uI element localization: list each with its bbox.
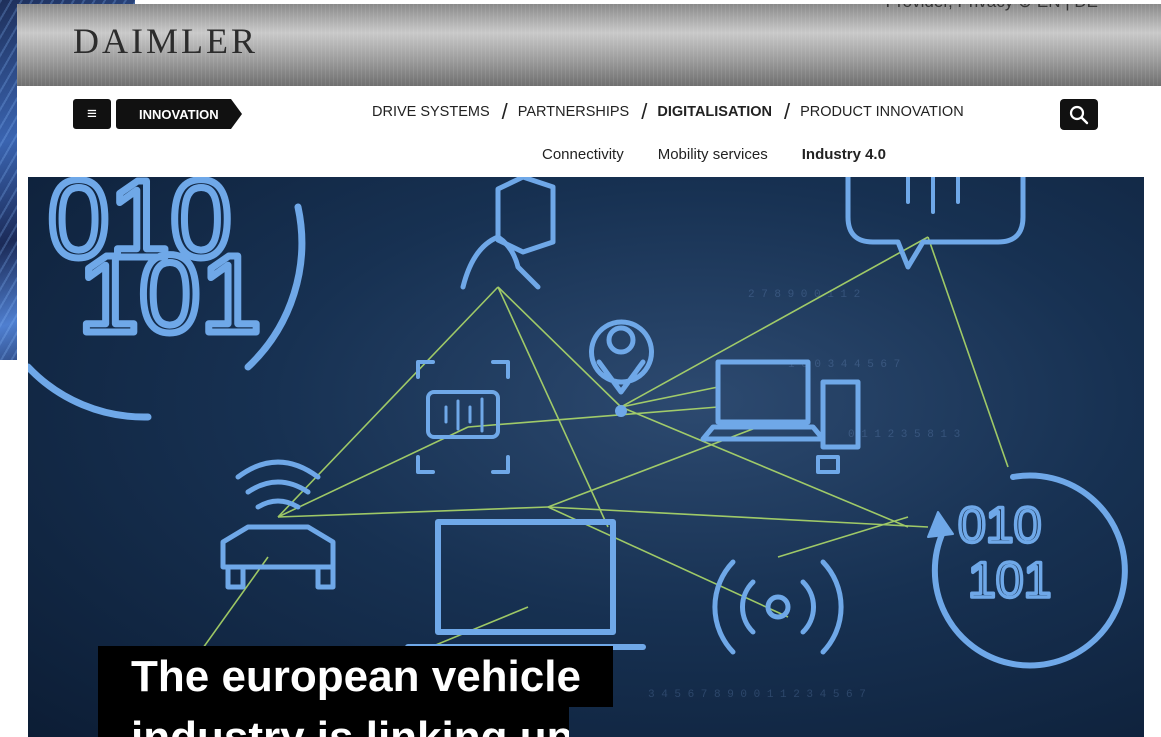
breadcrumb-innovation[interactable]: INNOVATION [116,99,242,129]
search-button[interactable] [1060,99,1098,130]
main-navigation: ≡ INNOVATION DRIVE SYSTEMS / PARTNERSHIP… [17,86,1161,178]
sub-nav-links: Connectivity Mobility services Industry … [542,146,886,163]
search-icon [1069,105,1089,124]
header-bar: DAIMLER Provider, Privacy ⊕ EN | DE [17,4,1161,86]
subnav-industry-40[interactable]: Industry 4.0 [802,146,886,163]
svg-text:0 1 1 2 3 5 8 1 3: 0 1 1 2 3 5 8 1 3 [848,429,960,441]
nav-partnerships[interactable]: PARTNERSHIPS [518,104,629,120]
daimler-page: DAIMLER Provider, Privacy ⊕ EN | DE ≡ IN… [17,4,1161,737]
daimler-logo[interactable]: DAIMLER [73,20,258,62]
nav-separator: / [784,99,791,124]
nav-product-innovation[interactable]: PRODUCT INNOVATION [800,104,964,120]
menu-button[interactable]: ≡ [73,99,111,129]
svg-text:3 4 5 6 7 8 9 0 0 1 1 2 3 4 5: 3 4 5 6 7 8 9 0 0 1 1 2 3 4 5 6 7 [648,689,866,701]
utility-links[interactable]: Provider, Privacy ⊕ EN | DE [886,4,1098,12]
nav-separator: / [641,99,648,124]
subnav-mobility-services[interactable]: Mobility services [658,146,768,163]
hero-headline-line1: The european vehicle [98,646,613,707]
nav-digitalisation[interactable]: DIGITALISATION [657,104,772,120]
subnav-connectivity[interactable]: Connectivity [542,146,624,163]
svg-text:2 7 8 9 0 0 1 1 2: 2 7 8 9 0 0 1 1 2 [748,289,860,301]
nav-separator: / [501,99,508,124]
hero-headline-line2: industry is linking up [98,707,569,737]
hamburger-icon: ≡ [87,104,97,123]
hero-image: 2 7 8 9 0 0 1 1 2 1 0 0 3 4 4 5 6 7 0 1 … [28,177,1144,737]
binary-right-bottom: 101 [968,552,1051,608]
main-nav-links: DRIVE SYSTEMS / PARTNERSHIPS / DIGITALIS… [372,99,964,124]
binary-bottom-row: 101 [78,233,262,356]
binary-right-top: 010 [958,497,1041,553]
nav-drive-systems[interactable]: DRIVE SYSTEMS [372,104,490,120]
